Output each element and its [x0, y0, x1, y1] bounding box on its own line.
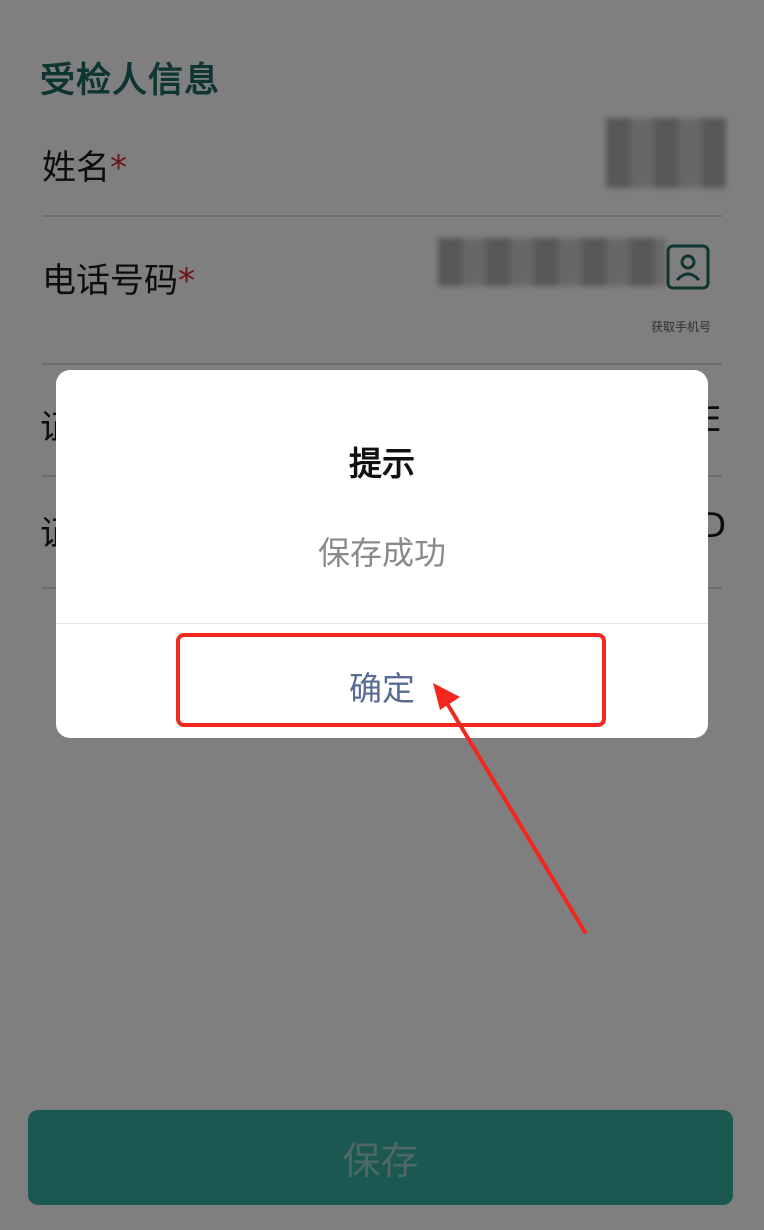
form-screen: 受检人信息 姓名* 电话号码* 获取手机号 证 E 证 D 保存 提示 保存成功… — [0, 0, 764, 1230]
annotation-arrow — [433, 683, 587, 934]
